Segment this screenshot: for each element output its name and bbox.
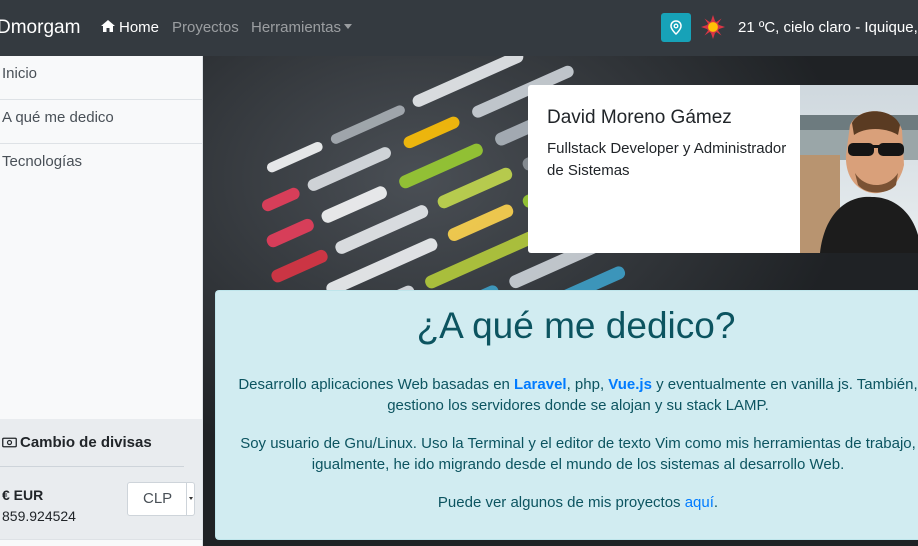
about-paragraph-1: Desarrollo aplicaciones Web basadas en L… bbox=[238, 374, 918, 416]
about-p3-text-b: . bbox=[713, 494, 719, 511]
about-paragraph-2: Soy usuario de Gnu/Linux. Uso la Termina… bbox=[240, 435, 916, 473]
profile-photo bbox=[800, 85, 918, 253]
about-p3-text-a: Puede ver algunos de mis proyectos bbox=[437, 494, 685, 511]
money-icon bbox=[2, 437, 17, 448]
divider bbox=[0, 466, 184, 467]
currency-widget: Cambio de divisas € EUR 859.924524 CLP bbox=[0, 419, 202, 546]
profile-name: David Moreno Gámez bbox=[547, 107, 732, 128]
brand-link[interactable]: Dmorgam bbox=[0, 16, 80, 40]
weather-text: 21 ºC, cielo claro - Iquique, bbox=[738, 19, 918, 36]
about-title: ¿A qué me dedico? bbox=[416, 305, 736, 346]
currency-title-label: Cambio de divisas bbox=[20, 434, 152, 451]
currency-base-code: € EUR bbox=[2, 487, 44, 503]
currency-select-value: CLP bbox=[143, 490, 173, 507]
navbar: Dmorgam Home Proyectos Herramientas 21 º… bbox=[0, 0, 918, 56]
currency-select[interactable]: CLP bbox=[127, 482, 195, 516]
vuejs-link[interactable]: Vue.js bbox=[608, 376, 652, 393]
sidebar-item-inicio[interactable]: Inicio bbox=[0, 56, 202, 100]
projects-here-link[interactable]: aquí bbox=[685, 494, 714, 511]
location-button[interactable] bbox=[661, 13, 691, 42]
profile-role: Fullstack Developer y Administrador de S… bbox=[547, 140, 787, 179]
nav-home-label: Home bbox=[119, 19, 160, 36]
sidebar-item-tecnologias[interactable]: Tecnologías bbox=[0, 144, 202, 188]
sidebar-item-a-que-me-dedico[interactable]: A qué me dedico bbox=[0, 100, 202, 144]
about-paragraph-3: Puede ver algunos de mis proyectos aquí. bbox=[238, 492, 918, 513]
nav-tools-label: Herramientas bbox=[251, 19, 342, 36]
about-p1-text-b: , php, bbox=[566, 376, 609, 393]
nav-projects-link[interactable]: Proyectos bbox=[172, 18, 239, 38]
sun-icon bbox=[701, 15, 725, 39]
currency-title: Cambio de divisas bbox=[2, 433, 152, 453]
about-p1-text-a: Desarrollo aplicaciones Web basadas en bbox=[238, 376, 515, 393]
sidebar-footer bbox=[0, 539, 202, 546]
sidebar: Inicio A qué me dedico Tecnologías Cambi… bbox=[0, 56, 203, 546]
select-spinner-icon bbox=[186, 483, 194, 515]
nav-tools-dropdown[interactable]: Herramientas bbox=[251, 18, 353, 38]
home-icon bbox=[101, 20, 115, 32]
caret-down-icon bbox=[344, 24, 353, 29]
currency-rate-value: 859.924524 bbox=[2, 508, 76, 524]
map-marker-icon bbox=[670, 20, 682, 35]
laravel-link[interactable]: Laravel bbox=[514, 376, 567, 393]
profile-card: David Moreno Gámez Fullstack Developer y… bbox=[528, 85, 918, 253]
nav-home-link[interactable]: Home bbox=[100, 18, 159, 38]
about-panel: ¿A qué me dedico? Desarrollo aplicacione… bbox=[215, 290, 918, 540]
